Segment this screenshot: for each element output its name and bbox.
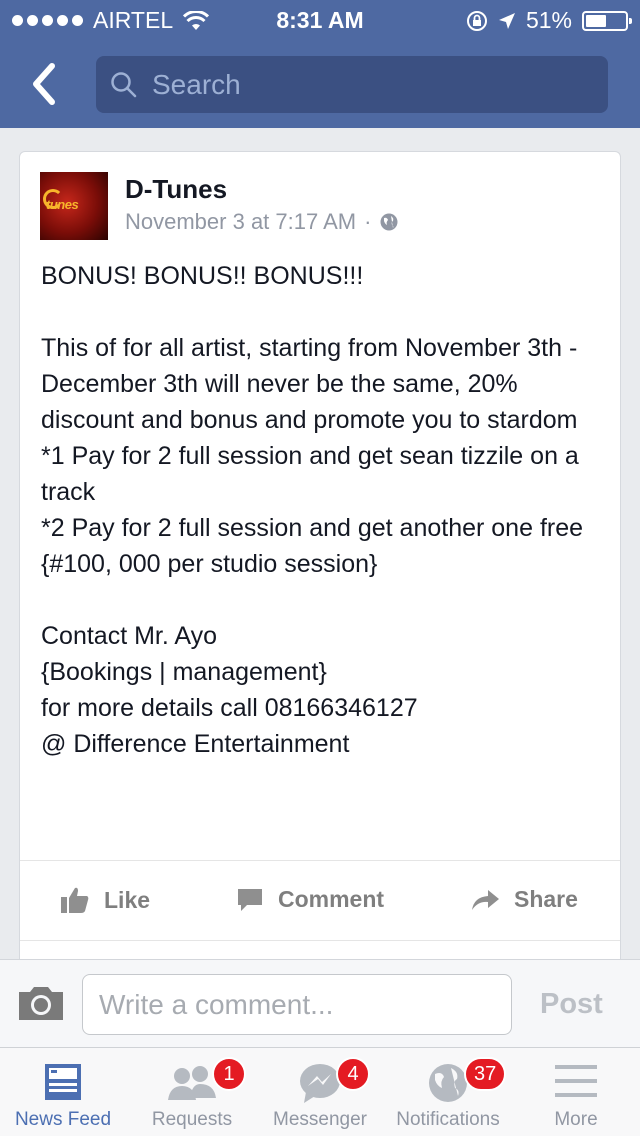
- top-header: AIRTEL 8:31 AM 51% Search: [0, 0, 640, 128]
- status-bar: AIRTEL 8:31 AM 51%: [0, 0, 640, 40]
- tab-more[interactable]: More: [512, 1048, 640, 1136]
- post-timestamp[interactable]: November 3 at 7:17 AM: [125, 209, 356, 235]
- avatar[interactable]: tunes: [40, 172, 108, 240]
- tab-requests[interactable]: 1 Requests: [128, 1048, 256, 1136]
- camera-button[interactable]: [16, 984, 66, 1027]
- post-line: {#100, 000 per studio session}: [41, 550, 378, 578]
- post-line: This of for all artist, starting from No…: [41, 334, 585, 434]
- news-feed-icon: [45, 1064, 81, 1100]
- globe-icon: [429, 1064, 467, 1102]
- tab-news-feed[interactable]: News Feed: [0, 1048, 126, 1136]
- globe-icon: [380, 213, 398, 231]
- post-comment-button[interactable]: Post: [540, 988, 603, 1021]
- thumbs-up-icon: [61, 887, 89, 913]
- meta-separator: ·: [364, 209, 372, 234]
- comment-label: Comment: [278, 886, 385, 912]
- status-right: 51%: [466, 7, 632, 34]
- post-line: BONUS! BONUS!! BONUS!!!: [41, 262, 364, 290]
- divider: [20, 860, 620, 861]
- post-line: Contact Mr. Ayo: [41, 622, 218, 650]
- post-line: @ Difference Entertainment: [41, 730, 350, 758]
- battery-icon: [582, 10, 632, 31]
- camera-icon: [19, 987, 63, 1020]
- like-label: Like: [104, 886, 151, 913]
- tab-label: Notifications: [396, 1109, 500, 1130]
- menu-icon: [555, 1065, 597, 1097]
- share-label: Share: [514, 886, 578, 912]
- share-arrow-icon: [472, 889, 499, 910]
- requests-badge: 1: [212, 1057, 246, 1091]
- post-actions: Like Comment Share: [20, 862, 620, 940]
- search-input[interactable]: Search: [96, 56, 608, 113]
- post-card: tunes D-Tunes November 3 at 7:17 AM · BO…: [19, 151, 621, 971]
- tab-bar: News Feed 1 Requests 4 Messenger 37 Noti…: [0, 1047, 640, 1136]
- tab-label: Requests: [151, 1109, 233, 1130]
- messenger-icon: [300, 1064, 340, 1103]
- tab-label: More: [554, 1109, 598, 1130]
- like-button[interactable]: Like: [60, 886, 150, 914]
- tab-notifications[interactable]: 37 Notifications: [384, 1048, 512, 1136]
- navigation-bar: Search: [0, 40, 640, 128]
- battery-fill: [586, 14, 606, 27]
- comment-placeholder: Write a comment...: [99, 989, 334, 1020]
- comment-input[interactable]: Write a comment...: [82, 974, 512, 1035]
- search-icon: [111, 72, 137, 98]
- notifications-badge: 37: [464, 1057, 507, 1091]
- comment-composer: Write a comment... Post: [0, 959, 640, 1047]
- post-body: BONUS! BONUS!! BONUS!!! This of for all …: [41, 258, 611, 762]
- post-line: *1 Pay for 2 full session and get sean t…: [41, 442, 586, 506]
- tab-messenger[interactable]: 4 Messenger: [256, 1048, 384, 1136]
- chevron-left-icon: [33, 63, 55, 105]
- location-arrow-icon: [498, 12, 515, 29]
- avatar-logo-text: tunes: [46, 197, 79, 212]
- battery-percent: 51%: [525, 7, 572, 33]
- post-line: *2 Pay for 2 full session and get anothe…: [41, 514, 584, 542]
- comment-button[interactable]: Comment: [236, 886, 384, 913]
- post-line: {Bookings | management}: [41, 658, 327, 686]
- rotation-lock-icon: [466, 10, 487, 31]
- back-button[interactable]: [22, 56, 68, 112]
- search-placeholder: Search: [152, 69, 241, 100]
- tab-label: News Feed: [14, 1109, 112, 1130]
- post-line: for more details call 08166346127: [41, 694, 418, 722]
- divider: [20, 940, 620, 941]
- messenger-badge: 4: [336, 1057, 370, 1091]
- share-button[interactable]: Share: [470, 886, 578, 913]
- tab-label: Messenger: [273, 1109, 367, 1130]
- post-author[interactable]: D-Tunes: [125, 174, 227, 205]
- comment-icon: [238, 888, 262, 911]
- post-meta: November 3 at 7:17 AM ·: [125, 209, 399, 235]
- friend-requests-icon: [168, 1066, 216, 1100]
